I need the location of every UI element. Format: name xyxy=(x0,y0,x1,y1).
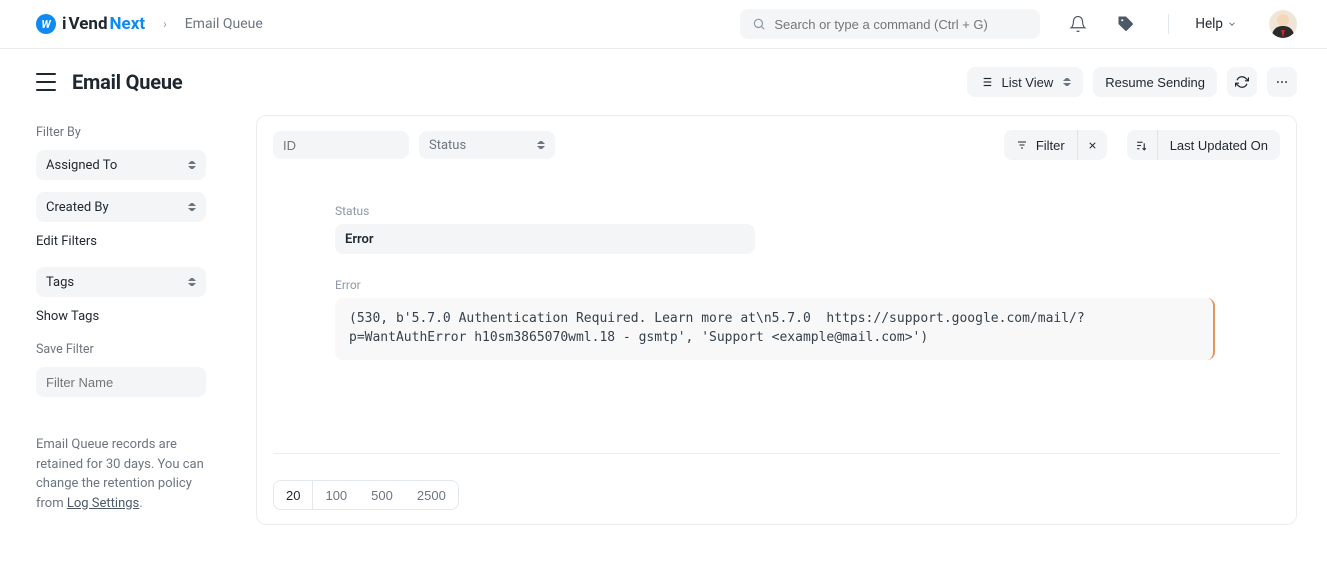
avatar[interactable] xyxy=(1269,10,1297,38)
sort-desc-icon xyxy=(1135,139,1148,152)
record-detail: Status Error Error (530, b'5.7.0 Authent… xyxy=(335,204,1215,360)
nav-divider xyxy=(1168,14,1169,34)
page-title: Email Queue xyxy=(72,70,182,94)
id-filter-input[interactable] xyxy=(273,131,409,159)
breadcrumb[interactable]: Email Queue xyxy=(185,16,263,32)
chevron-down-icon xyxy=(1227,19,1237,29)
filter-button-group: Filter xyxy=(1004,130,1107,160)
breadcrumb-separator-icon: › xyxy=(163,17,167,31)
page-header: Email Queue List View Resume Sending xyxy=(0,49,1327,115)
more-menu-button[interactable] xyxy=(1267,67,1297,97)
brand-mark-icon: W xyxy=(36,14,56,34)
tag-icon[interactable] xyxy=(1116,14,1136,34)
select-caret-icon xyxy=(537,141,545,149)
resume-sending-button[interactable]: Resume Sending xyxy=(1093,67,1217,97)
filter-by-label: Filter By xyxy=(36,125,226,140)
retention-note: Email Queue records are retained for 30 … xyxy=(36,435,211,513)
global-search[interactable] xyxy=(740,9,1040,39)
brand-text-i: i xyxy=(62,14,67,34)
select-caret-icon xyxy=(188,203,196,211)
search-input[interactable] xyxy=(774,17,1028,32)
sort-group: Last Updated On xyxy=(1127,130,1280,160)
content-area: Filter By Assigned To Created By Edit Fi… xyxy=(0,115,1327,525)
tags-label: Tags xyxy=(46,275,74,290)
retention-text-post: . xyxy=(139,496,142,511)
page-size-20[interactable]: 20 xyxy=(274,481,313,509)
sidebar-toggle-icon[interactable] xyxy=(36,73,56,91)
clear-filter-button[interactable] xyxy=(1077,130,1107,160)
error-message: (530, b'5.7.0 Authentication Required. L… xyxy=(335,298,1215,360)
refresh-icon xyxy=(1235,75,1249,89)
tags-select[interactable]: Tags xyxy=(36,267,206,297)
search-icon xyxy=(752,17,766,31)
status-field-label: Status xyxy=(335,204,1215,218)
created-by-label: Created By xyxy=(46,200,109,215)
select-caret-icon xyxy=(188,161,196,169)
filter-name-input[interactable] xyxy=(36,367,206,397)
sort-direction-button[interactable] xyxy=(1127,130,1157,160)
status-value: Error xyxy=(335,224,755,254)
page-size-2500[interactable]: 2500 xyxy=(405,481,458,509)
created-by-select[interactable]: Created By xyxy=(36,192,206,222)
view-switch-label: List View xyxy=(1001,75,1053,90)
assigned-to-label: Assigned To xyxy=(46,158,117,173)
list-icon xyxy=(979,75,993,89)
page-size-100[interactable]: 100 xyxy=(313,481,359,509)
view-switch-button[interactable]: List View xyxy=(967,67,1083,97)
help-label: Help xyxy=(1195,16,1223,32)
refresh-button[interactable] xyxy=(1227,67,1257,97)
page-actions: List View Resume Sending xyxy=(967,67,1297,97)
status-filter-select[interactable]: Status xyxy=(419,131,555,159)
list-toolbar: Status Filter Last Updated On xyxy=(273,130,1280,160)
save-filter-label: Save Filter xyxy=(36,342,226,357)
brand-logo-block[interactable]: W i Vend Next xyxy=(36,14,145,34)
filter-icon xyxy=(1016,139,1028,151)
resume-sending-label: Resume Sending xyxy=(1105,75,1205,90)
notifications-icon[interactable] xyxy=(1068,14,1088,34)
status-filter-label: Status xyxy=(429,138,466,153)
filter-button-label: Filter xyxy=(1036,138,1065,153)
brand-text-next: Next xyxy=(110,14,146,34)
select-caret-icon xyxy=(1063,78,1071,86)
log-settings-link[interactable]: Log Settings xyxy=(67,496,139,511)
list-footer: 201005002500 xyxy=(273,453,1280,510)
close-icon xyxy=(1087,140,1098,151)
sort-field-label: Last Updated On xyxy=(1170,138,1268,153)
select-caret-icon xyxy=(188,278,196,286)
list-card: Status Filter Last Updated On xyxy=(256,115,1297,525)
page-size-pager: 201005002500 xyxy=(273,480,459,510)
filter-button[interactable]: Filter xyxy=(1004,130,1077,160)
assigned-to-select[interactable]: Assigned To xyxy=(36,150,206,180)
top-navbar: W i Vend Next › Email Queue Help xyxy=(0,0,1327,49)
sort-field-button[interactable]: Last Updated On xyxy=(1157,130,1280,160)
show-tags-link[interactable]: Show Tags xyxy=(36,309,226,324)
edit-filters-link[interactable]: Edit Filters xyxy=(36,234,226,249)
filter-sidebar: Filter By Assigned To Created By Edit Fi… xyxy=(36,115,226,525)
help-menu[interactable]: Help xyxy=(1195,16,1237,32)
brand-text-vend: Vend xyxy=(69,14,108,34)
more-horizontal-icon xyxy=(1275,75,1289,89)
error-field-label: Error xyxy=(335,278,1215,292)
page-size-500[interactable]: 500 xyxy=(359,481,405,509)
